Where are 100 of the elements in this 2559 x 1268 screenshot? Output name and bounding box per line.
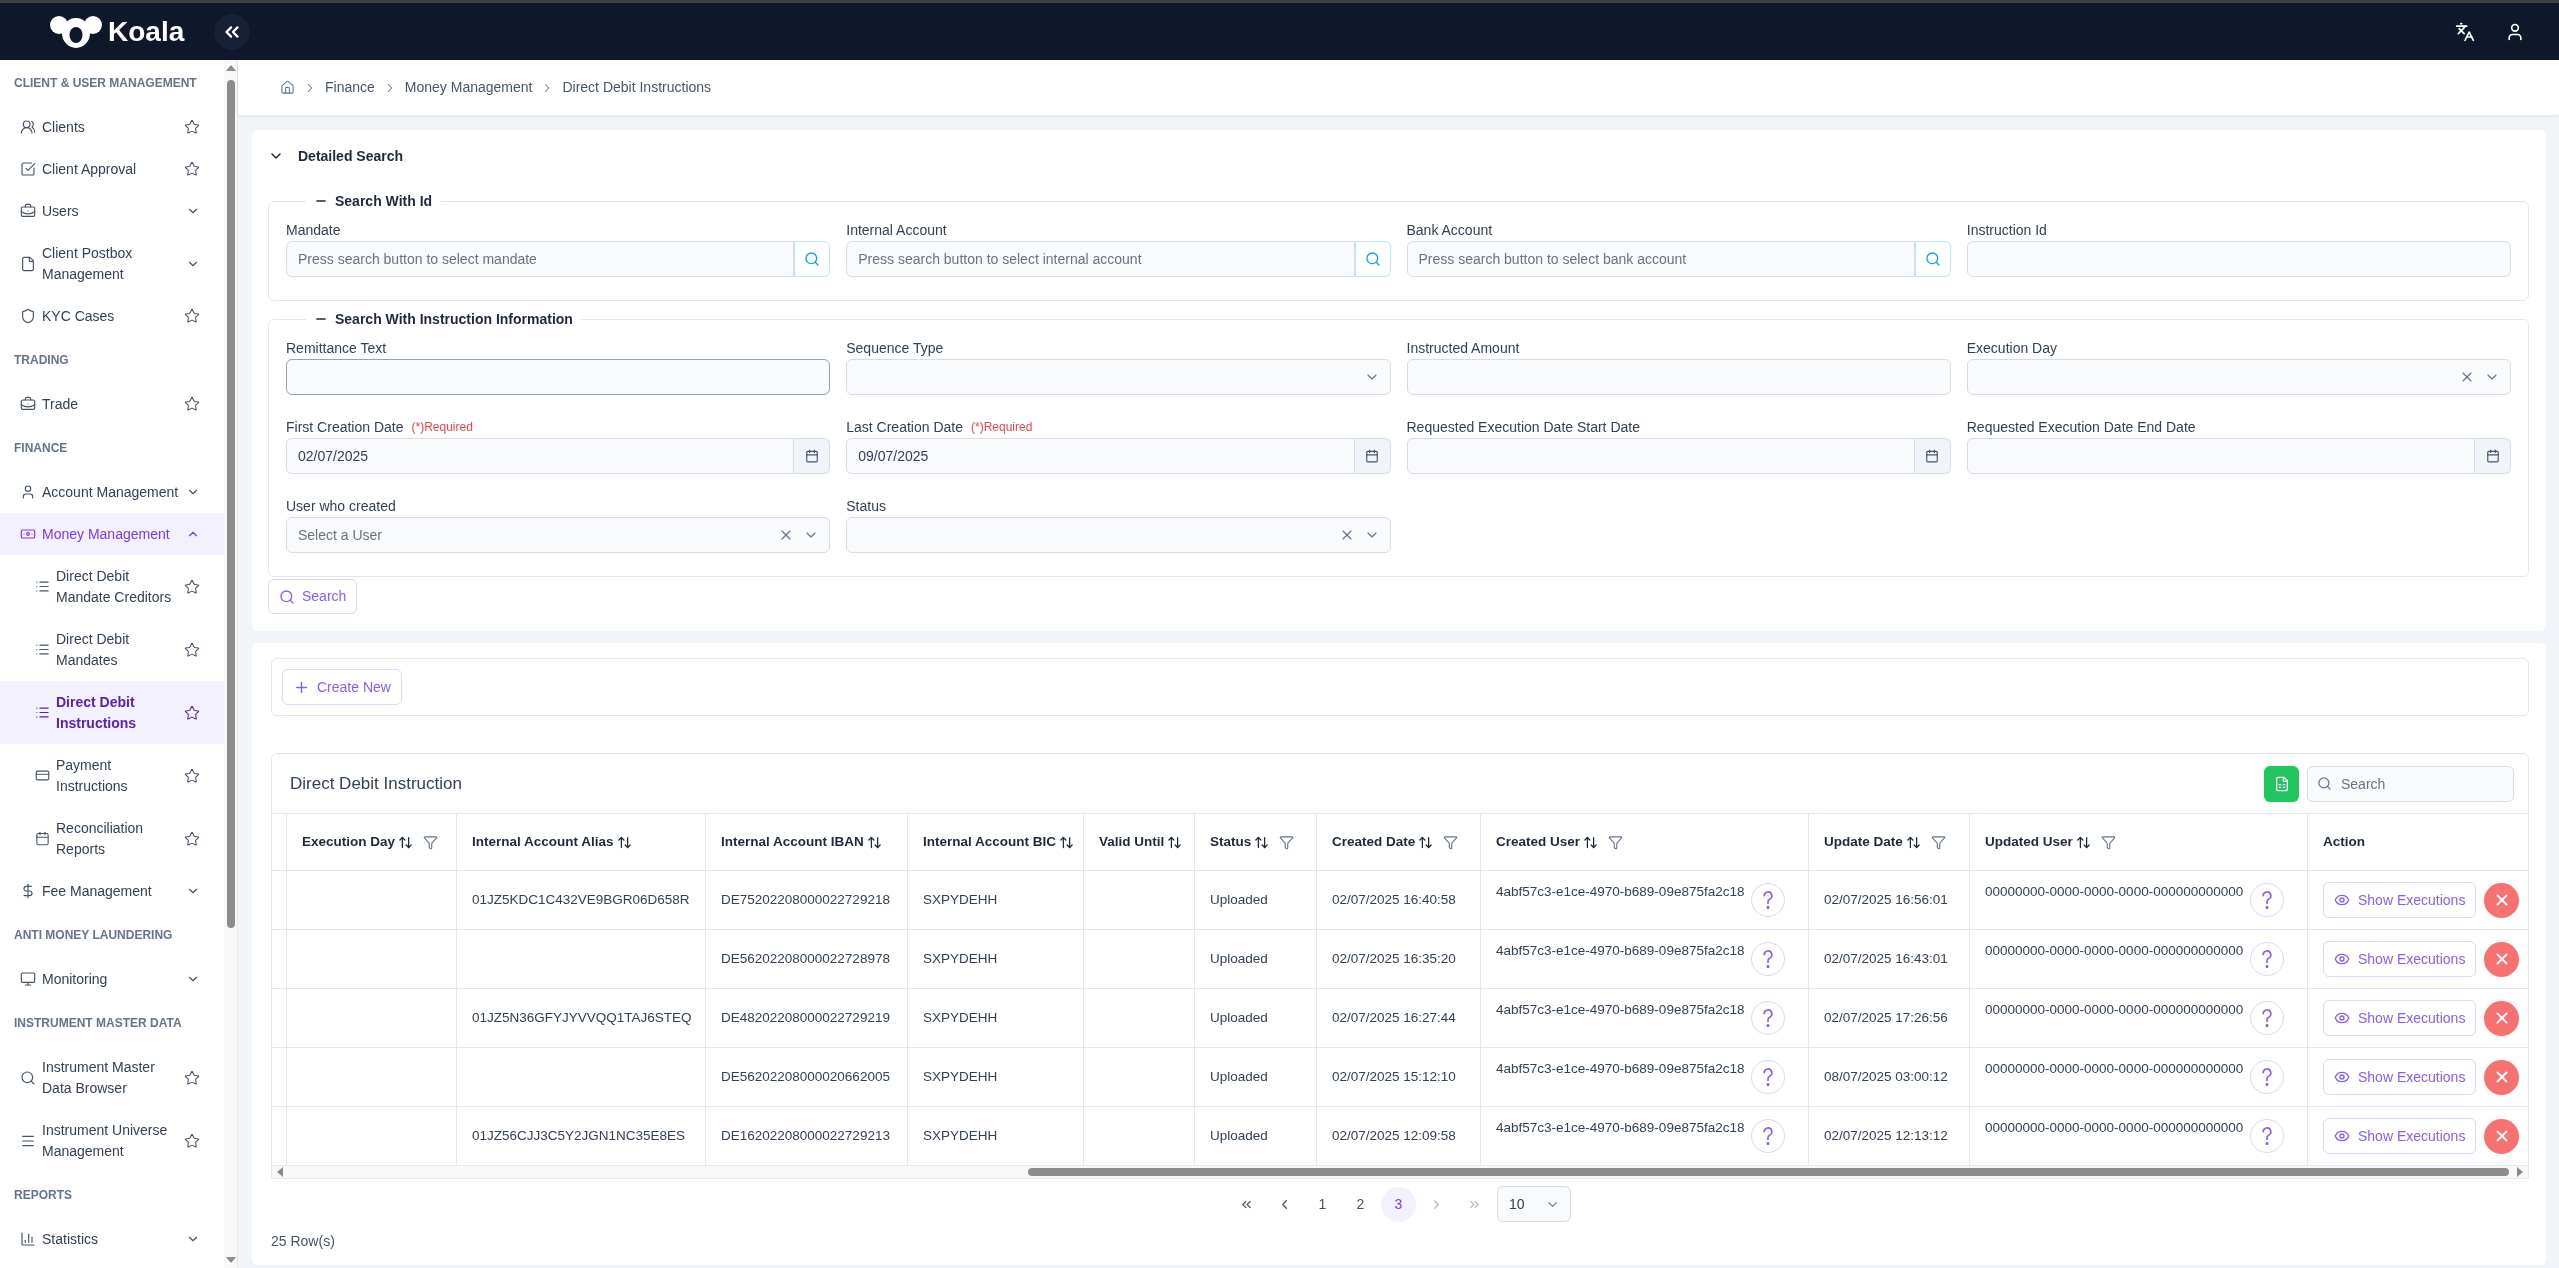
calendar-button[interactable] [1354,438,1391,474]
date-field[interactable] [1406,438,1915,474]
help-button[interactable] [1751,1119,1786,1153]
select-field[interactable] [1966,359,2511,395]
column-header: Created User [1496,832,1581,851]
section-heading: CLIENT & USER MANAGEMENT [14,75,197,92]
filter-icon[interactable] [1608,834,1624,850]
table-cell: Uploaded [1195,930,1317,988]
delete-button[interactable] [2484,1059,2520,1095]
show-executions-button[interactable]: Show Executions [2323,882,2477,918]
help-button[interactable] [1751,942,1786,976]
create-new-button[interactable]: Create New [282,669,402,705]
sort-icon[interactable] [1254,834,1270,850]
horizontal-scrollbar[interactable] [272,1166,2528,1178]
text-field[interactable] [286,359,831,395]
filter-icon[interactable] [1930,834,1946,850]
search-button[interactable]: Search [268,579,358,614]
date-field[interactable]: 09/07/2025 [846,438,1355,474]
help-button[interactable] [2250,1001,2285,1035]
show-executions-button[interactable]: Show Executions [2323,1118,2477,1154]
sort-icon[interactable] [1059,834,1074,850]
delete-button[interactable] [2484,1000,2520,1036]
translate-icon[interactable] [2455,21,2475,42]
nav-item[interactable]: Money Management [0,513,224,555]
select-field[interactable] [846,517,1391,553]
sort-icon[interactable] [398,834,414,850]
star-icon[interactable] [184,1132,200,1149]
sort-icon[interactable] [1418,834,1434,850]
koala-logo-icon [50,15,102,48]
filter-icon[interactable] [1279,834,1295,850]
star-icon[interactable] [184,641,200,658]
section-heading: ANTI MONEY LAUNDERING [14,927,173,944]
lookup-field[interactable]: Press search button to select mandate [286,241,795,277]
lookup-field[interactable]: Press search button to select internal account [846,241,1355,277]
scroll-up-arrow-icon[interactable] [225,65,236,71]
sort-icon[interactable] [1905,834,1921,850]
star-icon[interactable] [184,308,200,324]
nav-item[interactable]: Direct Debit Instructions [0,681,224,744]
breadcrumb-link[interactable]: Money Management [404,77,533,98]
question-mark-icon [2262,891,2273,909]
search-field[interactable]: Search [2307,765,2514,802]
help-button[interactable] [2250,942,2285,976]
scrollbar-thumb[interactable] [1028,1168,2509,1176]
scroll-right-arrow-icon[interactable] [2517,1167,2523,1177]
field-label: Status [846,496,886,516]
table-cell: 02/07/2025 16:27:44 [1317,989,1481,1047]
star-icon[interactable] [184,704,200,721]
select-field[interactable] [846,359,1391,395]
star-icon[interactable] [184,161,200,177]
scrollbar-thumb[interactable] [226,80,235,928]
star-icon[interactable] [184,119,200,135]
filter-icon[interactable] [423,834,439,850]
delete-button[interactable] [2484,941,2520,977]
star-icon[interactable] [184,830,200,847]
date-field[interactable]: 02/07/2025 [286,438,795,474]
help-button[interactable] [2250,1060,2285,1094]
date-field[interactable] [1966,438,2475,474]
search-button[interactable] [1914,241,1951,277]
sort-icon[interactable] [2075,834,2091,850]
search-button[interactable] [1354,241,1391,277]
breadcrumb-link[interactable]: Finance [325,77,375,98]
page-size-select[interactable]: 10 [1497,1186,1571,1222]
home-icon[interactable] [280,80,295,95]
star-icon[interactable] [184,578,200,595]
calendar-button[interactable] [794,438,831,474]
help-button[interactable] [2250,1119,2285,1153]
delete-button[interactable] [2484,1118,2520,1154]
help-button[interactable] [1751,883,1786,917]
dollar-sign-icon [20,883,36,899]
calendar-button[interactable] [2475,438,2511,474]
user-id: 4abf57c3-e1ce-4970-b689-09e875fa2c18 [1496,1060,1745,1078]
filter-icon[interactable] [2100,834,2116,850]
show-executions-button[interactable]: Show Executions [2323,1000,2477,1036]
sort-icon[interactable] [1167,834,1183,850]
delete-button[interactable] [2484,882,2520,918]
scroll-down-arrow-icon[interactable] [225,1257,236,1263]
page-button[interactable]: 3 [1381,1186,1416,1222]
export-button[interactable] [2264,765,2299,802]
select-field[interactable]: Select a User [286,517,831,553]
scroll-left-arrow-icon[interactable] [277,1167,283,1177]
table-cell: Uploaded [1195,1048,1317,1106]
help-button[interactable] [1751,1001,1786,1035]
filter-icon[interactable] [1443,834,1459,850]
lookup-field[interactable]: Press search button to select bank account [1406,241,1915,277]
sort-icon[interactable] [866,834,882,850]
help-button[interactable] [1751,1060,1786,1094]
user-icon[interactable] [2505,21,2525,42]
vertical-scrollbar[interactable] [224,60,237,1268]
star-icon[interactable] [184,1069,200,1086]
sort-icon[interactable] [1583,834,1599,850]
help-button[interactable] [2250,883,2285,917]
field-label: Instructed Amount [1406,338,1520,358]
star-icon[interactable] [184,767,200,784]
calendar-button[interactable] [1914,438,1951,474]
sort-icon[interactable] [616,834,632,850]
breadcrumb-current: Direct Debit Instructions [562,78,712,97]
show-executions-button[interactable]: Show Executions [2323,1059,2477,1095]
show-executions-button[interactable]: Show Executions [2323,941,2477,977]
search-button[interactable] [794,241,831,277]
star-icon[interactable] [184,396,200,412]
